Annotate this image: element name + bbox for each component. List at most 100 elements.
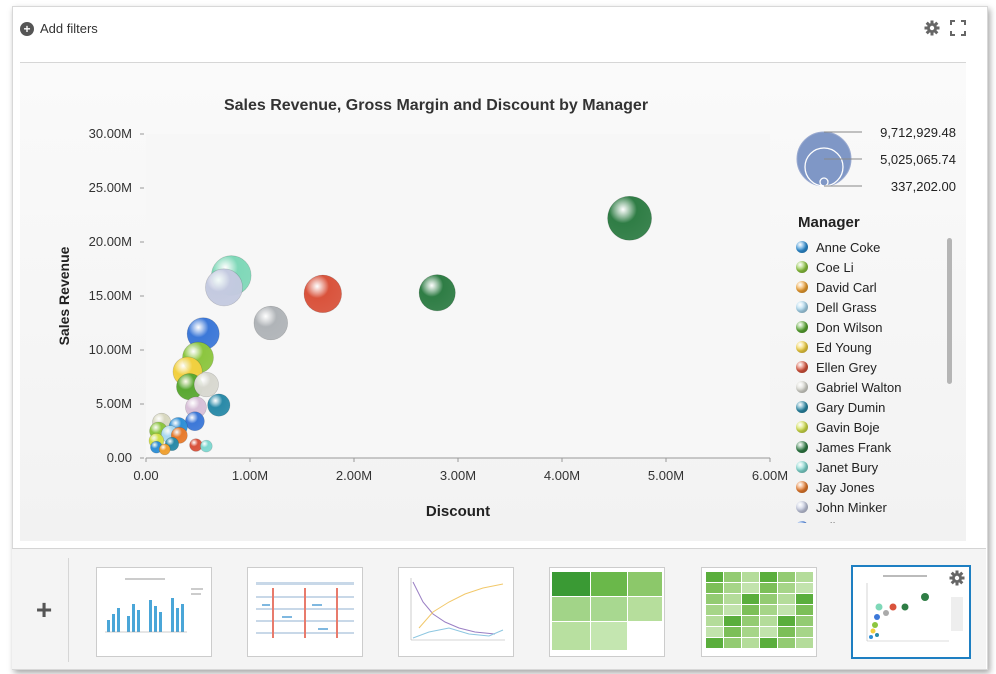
- legend-item[interactable]: Dell Grass: [796, 297, 946, 317]
- heatmap-cell: [742, 616, 759, 626]
- legend-color-dot: [796, 461, 808, 473]
- legend-color-dot: [796, 381, 808, 393]
- heatmap-cell: [760, 572, 777, 582]
- legend-list[interactable]: Anne Coke Coe Li David Carl Dell Grass Don W…: [796, 237, 946, 523]
- legend-label: Gavin Boje: [816, 419, 880, 435]
- legend-scrollbar[interactable]: [947, 238, 952, 384]
- legend-item[interactable]: Anne Coke: [796, 237, 946, 257]
- heatmap-cell: [742, 572, 759, 582]
- bubble-point[interactable]: [200, 439, 213, 453]
- heatmap-cell: [760, 594, 777, 604]
- heatmap-thumbnail[interactable]: [701, 567, 817, 657]
- pivot-table-thumbnail[interactable]: [247, 567, 363, 657]
- column-chart-thumbnail[interactable]: [96, 567, 212, 657]
- heatmap-cell: [796, 572, 813, 582]
- size-legend-mid: 5,025,065.74: [880, 152, 956, 167]
- legend-color-dot: [796, 301, 808, 313]
- legend-label: Ellen Grey: [816, 359, 877, 375]
- bubble-chart-thumbnail[interactable]: [851, 565, 971, 659]
- heatmap-cell: [706, 594, 723, 604]
- heatmap-cell: [796, 583, 813, 593]
- bubble-point[interactable]: [303, 274, 342, 313]
- pivot-table-thumbnail-graphic: [256, 582, 354, 638]
- heatmap-cell: [796, 638, 813, 648]
- heatmap-cell: [724, 605, 741, 615]
- legend-item[interactable]: Janet Bury: [796, 457, 946, 477]
- legend-color-dot: [796, 441, 808, 453]
- y-axis-label: Sales Revenue: [56, 246, 72, 345]
- heatmap-cell: [796, 605, 813, 615]
- bubble-point[interactable]: [185, 411, 205, 432]
- heatmap-cell: [760, 627, 777, 637]
- legend-color-dot: [796, 521, 808, 523]
- heatmap-cell: [742, 583, 759, 593]
- legend-label: David Carl: [816, 279, 877, 295]
- line-chart-thumbnail-graphic: [410, 578, 505, 641]
- legend-color-dot: [796, 481, 808, 493]
- legend-title: Manager: [798, 214, 860, 231]
- treemap-thumbnail[interactable]: [549, 567, 665, 657]
- heatmap-cell: [778, 594, 795, 604]
- y-tick-label: 15.00M: [89, 288, 132, 303]
- x-tick-label: 2.00M: [336, 468, 372, 483]
- legend-item[interactable]: Don Wilson: [796, 317, 946, 337]
- legend-label: Ed Young: [816, 339, 872, 355]
- heatmap-cell: [778, 638, 795, 648]
- legend-item[interactable]: Ed Young: [796, 337, 946, 357]
- legend-label: John Minker: [816, 499, 887, 515]
- legend-label: Dell Grass: [816, 299, 877, 315]
- bubble-point[interactable]: [193, 372, 219, 398]
- legend-item[interactable]: John Minker: [796, 497, 946, 517]
- add-visualization-button[interactable]: +: [20, 558, 69, 662]
- bubble-point[interactable]: [207, 393, 231, 417]
- y-tick-label: 20.00M: [89, 234, 132, 249]
- bubble-point[interactable]: [253, 305, 288, 341]
- heatmap-cell: [724, 616, 741, 626]
- y-tick-label: 5.00M: [96, 396, 132, 411]
- heatmap-cell: [724, 583, 741, 593]
- legend-item[interactable]: Gavin Boje: [796, 417, 946, 437]
- y-tick-label: 0.00: [107, 450, 132, 465]
- x-tick-label: 6.00M: [752, 468, 788, 483]
- bubble-point[interactable]: [205, 268, 243, 307]
- heatmap-cell: [796, 616, 813, 626]
- size-legend-min: 337,202.00: [890, 179, 956, 194]
- x-tick-label: 5.00M: [648, 468, 684, 483]
- legend-label: Jay Jones: [816, 479, 875, 495]
- legend-item[interactable]: Gabriel Walton: [796, 377, 946, 397]
- heatmap-cell: [760, 616, 777, 626]
- size-legend-max: 9,712,929.48: [880, 125, 956, 140]
- bubble-point[interactable]: [418, 274, 456, 312]
- x-tick-label: 0.00: [133, 468, 158, 483]
- thumbnail-gear-icon[interactable]: [949, 570, 965, 591]
- legend-color-dot: [796, 281, 808, 293]
- heatmap-cell: [706, 638, 723, 648]
- heatmap-cell: [706, 572, 723, 582]
- legend-item[interactable]: Jay Jones: [796, 477, 946, 497]
- y-tick-label: 10.00M: [89, 342, 132, 357]
- heatmap-cell: [796, 627, 813, 637]
- heatmap-cell: [706, 616, 723, 626]
- legend-color-dot: [796, 401, 808, 413]
- legend-item[interactable]: Gary Dumin: [796, 397, 946, 417]
- heatmap-cell: [724, 572, 741, 582]
- line-chart-thumbnail[interactable]: [398, 567, 514, 657]
- legend-item[interactable]: Coe Li: [796, 257, 946, 277]
- legend-item[interactable]: Ellen Grey: [796, 357, 946, 377]
- x-tick-label: 4.00M: [544, 468, 580, 483]
- bubble-point[interactable]: [158, 443, 171, 456]
- bubble-point[interactable]: [607, 195, 652, 241]
- legend-color-dot: [796, 501, 808, 513]
- legend-item[interactable]: David Carl: [796, 277, 946, 297]
- legend-item[interactable]: James Frank: [796, 437, 946, 457]
- legend-label: Janet Bury: [816, 459, 879, 475]
- heatmap-cell: [742, 594, 759, 604]
- legend-color-dot: [796, 241, 808, 253]
- heatmap-cell: [706, 627, 723, 637]
- heatmap-cell: [742, 638, 759, 648]
- y-tick-label: 25.00M: [89, 180, 132, 195]
- column-chart-thumbnail-graphic: [105, 578, 203, 633]
- legend-item[interactable]: Julie L: [796, 517, 946, 523]
- heatmap-thumbnail-graphic: [706, 572, 813, 648]
- x-tick-label: 3.00M: [440, 468, 476, 483]
